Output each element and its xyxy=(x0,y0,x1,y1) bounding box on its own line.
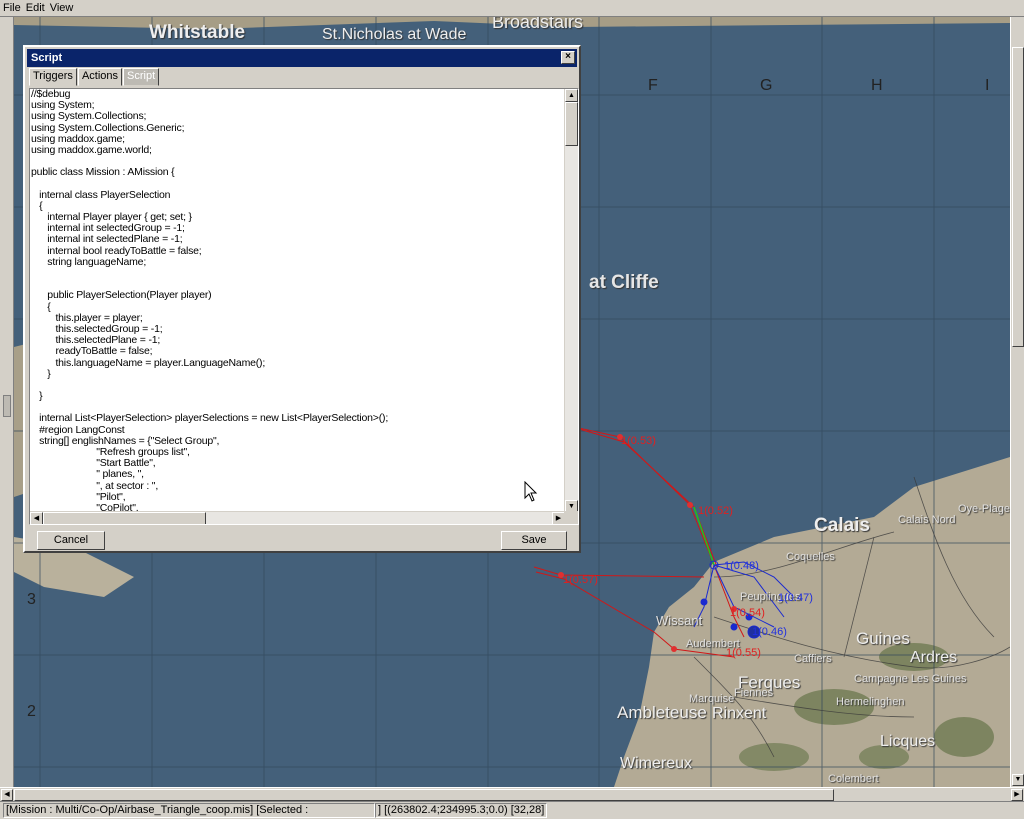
code-line[interactable]: } xyxy=(31,390,561,402)
editor-horizontal-scrollbar[interactable]: ◀ ▶ xyxy=(30,511,565,524)
save-button[interactable]: Save xyxy=(501,531,567,550)
town-oye-plage: Oye-Plage xyxy=(958,503,1010,515)
map-horizontal-scroll-thumb[interactable] xyxy=(14,789,834,801)
code-line[interactable]: public class Mission : AMission { xyxy=(31,167,561,178)
town-hermelinghen: Hermelinghen xyxy=(836,696,905,708)
script-code[interactable]: //$debug using System; using System.Collec… xyxy=(31,89,561,513)
map-vertical-scroll-thumb[interactable] xyxy=(1012,47,1024,347)
town-at-cliffe: at Cliffe xyxy=(589,272,659,293)
code-line[interactable] xyxy=(31,268,561,279)
grid-col-f: F xyxy=(648,77,658,94)
status-mission: [Mission : Multi/Co-Op/Airbase_Triangle_… xyxy=(3,803,375,818)
code-line[interactable]: readyToBattle = false; xyxy=(31,346,561,357)
grid-col-h: H xyxy=(871,77,883,94)
town-campagne: Campagne Les Guines xyxy=(854,673,967,685)
grid-col-i: I xyxy=(985,77,990,94)
town-licques: Licques xyxy=(880,733,936,750)
town-st-nicholas: St.Nicholas at Wade xyxy=(322,26,467,43)
code-line[interactable]: internal List<PlayerSelection> playerSel… xyxy=(31,413,561,424)
script-dialog: Script × Triggers Actions Script //$debu… xyxy=(23,45,581,553)
scrollbar-corner xyxy=(564,511,578,524)
code-line[interactable]: using maddox.game.world; xyxy=(31,144,561,156)
tab-triggers[interactable]: Triggers xyxy=(29,68,77,86)
code-line[interactable] xyxy=(31,179,561,190)
dialog-titlebar[interactable]: Script × xyxy=(27,49,577,67)
menu-view[interactable]: View xyxy=(50,2,74,14)
town-whitstable: Whitstable xyxy=(149,22,246,43)
code-line[interactable]: public PlayerSelection(Player player) xyxy=(31,290,561,301)
route-marker[interactable]: 1(0.54) xyxy=(730,607,765,619)
town-colembert: Colembert xyxy=(828,773,879,785)
grid-col-g: G xyxy=(760,77,773,94)
route-marker[interactable]: 1(0.47) xyxy=(778,592,813,604)
left-panel-strip xyxy=(0,17,14,787)
scroll-left-icon[interactable]: ◀ xyxy=(1,789,13,801)
code-line[interactable]: } xyxy=(31,368,561,380)
map-horizontal-scrollbar[interactable]: ◀ ▶ xyxy=(0,787,1024,801)
town-ambleteuse: Ambleteuse xyxy=(617,703,707,722)
scroll-left-icon[interactable]: ◀ xyxy=(30,512,43,524)
status-coordinates: ] [(263802.4;234995.3;0.0) [32,28] xyxy=(375,803,548,818)
dialog-title: Script xyxy=(31,52,63,64)
code-line[interactable]: " planes, ", xyxy=(31,469,561,480)
menu-bar: File Edit View xyxy=(0,0,1024,17)
code-line[interactable]: string languageName; xyxy=(31,256,561,268)
editor-horizontal-scroll-thumb[interactable] xyxy=(43,512,206,524)
dialog-tabs: Triggers Actions Script xyxy=(29,68,160,86)
menu-file[interactable]: File xyxy=(3,2,21,14)
map-vertical-scrollbar[interactable]: ▼ xyxy=(1010,17,1024,787)
grid-row-3: 3 xyxy=(27,591,36,608)
cancel-button[interactable]: Cancel xyxy=(37,531,105,550)
code-line[interactable] xyxy=(31,380,561,391)
route-marker[interactable]: 1(0.46) xyxy=(752,626,787,638)
code-line[interactable]: internal class PlayerSelection xyxy=(31,189,561,201)
menu-edit[interactable]: Edit xyxy=(26,2,45,14)
scroll-down-icon[interactable]: ▼ xyxy=(1012,774,1024,786)
code-line[interactable]: internal int selectedPlane = -1; xyxy=(31,234,561,245)
town-fiennes: Fiennes xyxy=(734,687,774,699)
town-ardres: Ardres xyxy=(910,649,958,666)
town-rinxent: Rinxent xyxy=(712,705,767,722)
route-marker[interactable]: 1(0.57) xyxy=(563,574,598,586)
town-calais-nord: Calais Nord xyxy=(898,514,956,526)
left-strip-handle[interactable] xyxy=(3,395,11,417)
grid-row-2: 2 xyxy=(27,703,36,720)
town-broadstairs: Broadstairs xyxy=(492,17,584,32)
code-line[interactable]: using System.Collections; xyxy=(31,111,561,122)
close-icon[interactable]: × xyxy=(561,51,575,64)
tab-script[interactable]: Script xyxy=(123,68,160,86)
town-caffiers: Caffiers xyxy=(794,653,832,665)
editor-vertical-scrollbar[interactable]: ▲ ▼ xyxy=(564,89,578,513)
editor-vertical-scroll-thumb[interactable] xyxy=(565,102,578,146)
mouse-cursor-icon xyxy=(524,481,538,502)
town-coquelles: Coquelles xyxy=(786,551,835,563)
code-line[interactable]: this.languageName = player.LanguageName(… xyxy=(31,357,561,369)
route-marker[interactable]: 1(0.55) xyxy=(726,647,761,659)
route-marker[interactable]: 1(0.52) xyxy=(698,505,733,517)
town-calais: Calais xyxy=(814,515,870,536)
status-bar: [Mission : Multi/Co-Op/Airbase_Triangle_… xyxy=(0,801,1024,819)
route-marker[interactable]: 1(0.48) xyxy=(724,560,759,572)
scroll-right-icon[interactable]: ▶ xyxy=(1011,789,1023,801)
code-line[interactable]: //$debug xyxy=(31,89,561,100)
tab-actions[interactable]: Actions xyxy=(77,68,123,86)
town-wissant: Wissant xyxy=(656,613,703,628)
scroll-up-icon[interactable]: ▲ xyxy=(565,89,578,102)
town-guines: Guines xyxy=(856,629,910,648)
script-editor[interactable]: //$debug using System; using System.Collec… xyxy=(29,88,579,525)
town-wimereux: Wimereux xyxy=(620,755,693,772)
route-marker[interactable]: 1(0.53) xyxy=(621,435,656,447)
